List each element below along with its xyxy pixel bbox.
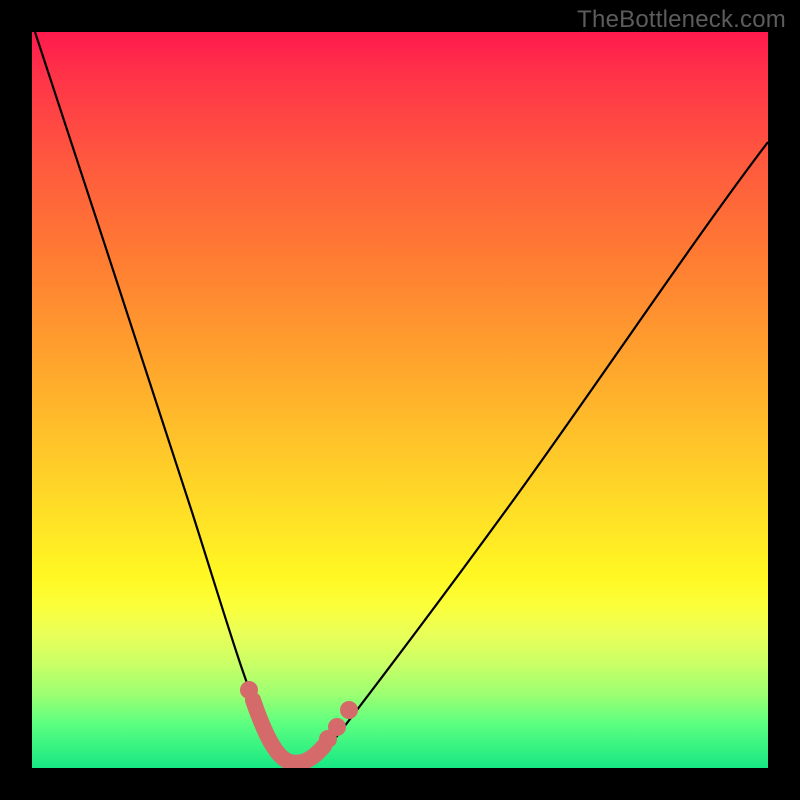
plot-area (32, 32, 768, 768)
chart-frame: TheBottleneck.com (0, 0, 800, 800)
marker-segment (253, 700, 324, 763)
bottleneck-curve (35, 32, 768, 766)
marker-dot (240, 681, 258, 699)
curve-layer (32, 32, 768, 768)
watermark-text: TheBottleneck.com (577, 6, 786, 34)
marker-dot (340, 701, 358, 719)
marker-dot (328, 718, 346, 736)
